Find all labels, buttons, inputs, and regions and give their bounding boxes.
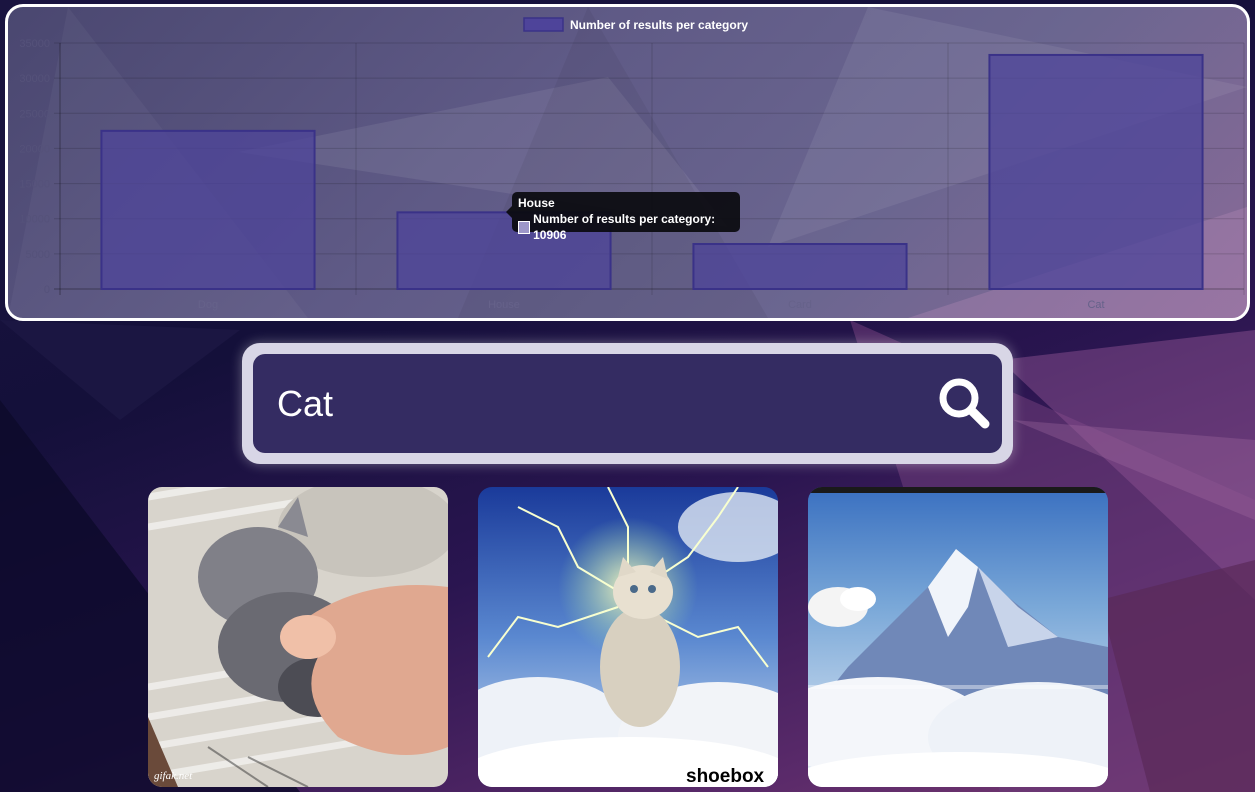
bar-dog[interactable] [100,129,316,290]
bar-card[interactable] [692,243,908,290]
gif-result-kitten[interactable]: gifak.net [148,487,448,787]
gif-watermark: shoebox [686,766,765,787]
x-tick-label: Cat [1087,299,1104,311]
y-tick-label: 30000 [19,73,50,85]
y-tick-label: 20000 [19,143,50,155]
y-tick-label: 5000 [26,249,50,261]
lightning-cat-image: shoebox [478,487,778,787]
search-icon [939,378,990,429]
y-tick-label: 10000 [19,214,50,226]
gif-result-mountain-cat[interactable] [808,487,1108,787]
chart-tooltip: House Number of results per category: 10… [506,192,740,242]
kitten-image: gifak.net [148,487,448,787]
y-tick-label: 0 [44,284,50,296]
search-box [253,354,1002,453]
tooltip-title: House [518,196,555,210]
search-button[interactable] [937,376,993,432]
x-tick-label: House [488,299,520,311]
results-bar-chart[interactable]: 0 5000 10000 15000 20000 25000 30000 35000 Dog Ho… [8,7,1247,318]
tooltip-label: Number of results per category: 10906 [533,212,716,242]
search-bar [242,343,1013,464]
gif-result-lightning-cat[interactable]: shoebox [478,487,778,787]
bar-cat[interactable] [988,53,1204,290]
x-tick-label: Dog [198,299,218,311]
mountain-cat-image [808,487,1108,787]
legend-swatch [523,17,564,32]
y-tick-label: 15000 [19,179,50,191]
results-chart-panel: 0 5000 10000 15000 20000 25000 30000 35000 Dog Ho… [5,4,1250,321]
tooltip-swatch [518,220,531,234]
legend-label[interactable]: Number of results per category [570,18,748,32]
y-tick-label: 35000 [19,38,50,50]
gif-watermark: gifak.net [154,770,193,782]
x-tick-label: Card [788,299,812,311]
y-tick-label: 25000 [19,108,50,120]
search-input[interactable] [275,372,899,436]
